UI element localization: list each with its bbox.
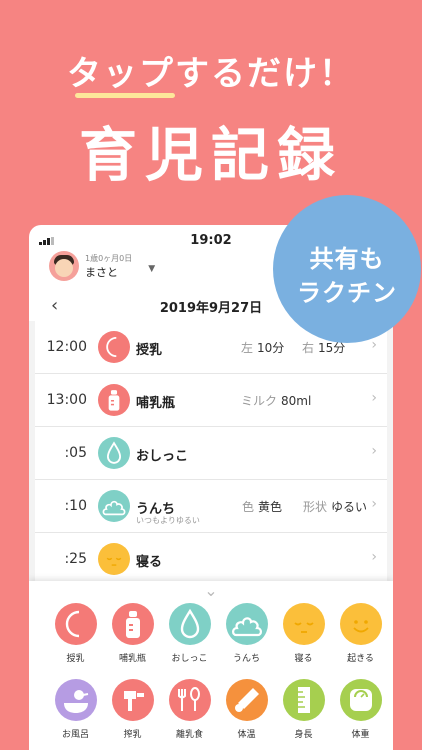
pee-icon — [98, 437, 130, 469]
quick-button-label: 体温 — [237, 730, 256, 740]
quick-button-sleep[interactable]: 寝る — [275, 603, 332, 664]
log-time: 12:00 — [46, 339, 87, 355]
log-detail-label: 右 — [302, 341, 315, 355]
sleep-icon — [282, 603, 325, 645]
bottle-icon — [98, 384, 130, 416]
log-detail-value: 10分 — [257, 341, 285, 355]
quick-button-pee[interactable]: おしっこ — [161, 603, 218, 664]
wake-icon — [339, 603, 382, 645]
log-detail: 左 10分 — [241, 339, 284, 356]
hero-title: 育児記録 — [78, 121, 343, 189]
poop-icon — [98, 490, 130, 522]
log-name: 哺乳瓶 — [136, 396, 176, 411]
sleep-icon — [98, 543, 130, 575]
quick-button-thermometer[interactable]: 体温 — [218, 679, 275, 740]
quick-button-label: うんち — [232, 654, 260, 664]
log-detail-value: ゆるい — [331, 500, 368, 514]
log-detail-label: 色 — [242, 500, 255, 514]
share-badge: 共有も ラクチン — [273, 195, 421, 343]
chevron-right-icon: › — [371, 549, 377, 565]
quick-button-pump[interactable]: 搾乳 — [104, 679, 161, 740]
chevron-right-icon: › — [371, 337, 377, 353]
badge-line-2: ラクチン — [297, 279, 397, 307]
log-detail-label: 左 — [241, 341, 254, 355]
collapse-chevron-icon[interactable]: ⌄ — [29, 581, 393, 600]
log-row-3[interactable]: :10 うんち色黄色 形状 ゆるい いつもよりゆるい › — [35, 480, 387, 533]
quick-record-panel: ⌄ 授乳 哺乳瓶 おしっこ うんち 寝る 起きる お風呂 搾乳 離乳食 体温 身長 体重 — [29, 581, 393, 750]
caret-down-icon[interactable]: ▼ — [148, 264, 155, 274]
log-detail-value: 80ml — [281, 394, 312, 408]
quick-button-label: 離乳食 — [175, 730, 203, 740]
quick-button-label: 哺乳瓶 — [118, 654, 146, 664]
log-row-1[interactable]: 13:00 哺乳瓶 ミルク 80ml › — [35, 374, 387, 427]
quick-button-label: おしっこ — [171, 654, 208, 664]
quick-button-poop[interactable]: うんち — [218, 603, 275, 664]
quick-button-label: 授乳 — [66, 654, 85, 664]
pee-icon — [168, 603, 211, 645]
bottle-icon — [111, 603, 154, 645]
log-row-4[interactable]: :25 寝る › — [35, 533, 387, 586]
badge-line-1: 共有も — [309, 245, 385, 273]
quick-button-bottle[interactable]: 哺乳瓶 — [104, 603, 161, 664]
log-time: 13:00 — [46, 392, 87, 408]
child-name: まさと — [85, 265, 118, 279]
quick-button-label: お風呂 — [61, 730, 89, 740]
profile-selector[interactable]: 1歳0ヶ月0日 まさと ▼ — [49, 251, 155, 281]
log-time: :05 — [64, 445, 87, 461]
log-detail: 形状 ゆるい — [303, 498, 367, 515]
chevron-right-icon: › — [371, 443, 377, 459]
quick-button-babyfood[interactable]: 離乳食 — [161, 679, 218, 740]
quick-button-scale[interactable]: 体重 — [332, 679, 389, 740]
log-list: 12:00 授乳 左 10分 右 15分 › 13:00 哺乳瓶 ミルク 80ml › :05 おしっこ ›… — [29, 321, 393, 591]
breastfeed-icon — [98, 331, 130, 363]
log-detail-label: 形状 — [303, 500, 328, 514]
breastfeed-icon — [54, 603, 97, 645]
quick-button-wake[interactable]: 起きる — [332, 603, 389, 664]
log-note: いつもよりゆるい — [136, 516, 200, 525]
quick-button-label: 搾乳 — [123, 730, 142, 740]
log-detail-label: ミルク — [241, 394, 278, 408]
log-detail: ミルク 80ml — [241, 392, 311, 409]
scale-icon — [339, 679, 382, 721]
bath-icon — [54, 679, 97, 721]
chevron-right-icon: › — [371, 496, 377, 512]
avatar — [49, 251, 79, 281]
log-time: :10 — [64, 498, 87, 514]
log-detail: 色黄色 — [242, 498, 282, 515]
log-name: おしっこ — [136, 449, 189, 464]
log-detail-value: 黄色 — [258, 500, 283, 514]
hero-underline — [75, 93, 175, 98]
hero-subtitle: タップするだけ！ — [67, 54, 355, 94]
log-row-2[interactable]: :05 おしっこ › — [35, 427, 387, 480]
quick-button-breastfeed[interactable]: 授乳 — [47, 603, 104, 664]
babyfood-icon — [168, 679, 211, 721]
log-detail-value: 15分 — [318, 341, 346, 355]
quick-row-1: 授乳 哺乳瓶 おしっこ うんち 寝る 起きる — [47, 603, 389, 664]
quick-button-label: 体重 — [351, 730, 370, 740]
quick-button-label: 起きる — [347, 654, 374, 664]
chevron-right-icon: › — [371, 390, 377, 406]
pump-icon — [111, 679, 154, 721]
quick-row-2: お風呂 搾乳 離乳食 体温 身長 体重 — [47, 679, 389, 740]
log-name: 授乳 — [136, 343, 163, 358]
quick-button-label: 寝る — [294, 654, 313, 664]
quick-button-label: 身長 — [294, 730, 313, 740]
quick-button-bath[interactable]: お風呂 — [47, 679, 104, 740]
child-age: 1歳0ヶ月0日 — [85, 253, 133, 263]
log-name: 寝る — [136, 555, 163, 570]
thermometer-icon — [225, 679, 268, 721]
poop-icon — [225, 603, 268, 645]
quick-button-ruler[interactable]: 身長 — [275, 679, 332, 740]
log-time: :25 — [64, 551, 87, 567]
ruler-icon — [282, 679, 325, 721]
